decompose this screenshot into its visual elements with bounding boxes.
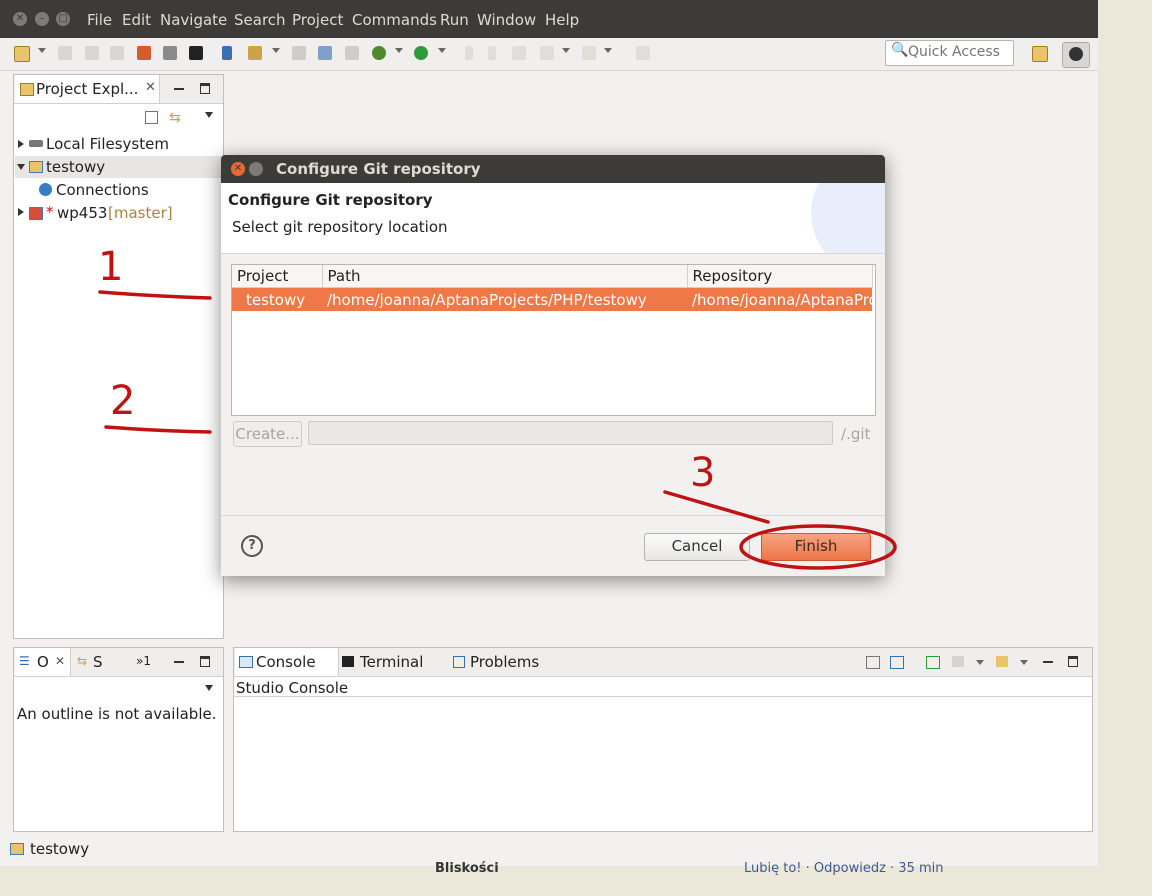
annotation-line-2 <box>104 425 212 434</box>
annotation-number-3: 3 <box>690 450 715 496</box>
annotation-line-1 <box>98 290 212 300</box>
annotation-circle-finish <box>739 524 897 570</box>
annotation-line-3 <box>663 490 770 524</box>
annotation-overlay: 1 2 3 <box>98 244 897 570</box>
annotation-number-1: 1 <box>98 244 123 290</box>
annotation-number-2: 2 <box>110 378 135 424</box>
